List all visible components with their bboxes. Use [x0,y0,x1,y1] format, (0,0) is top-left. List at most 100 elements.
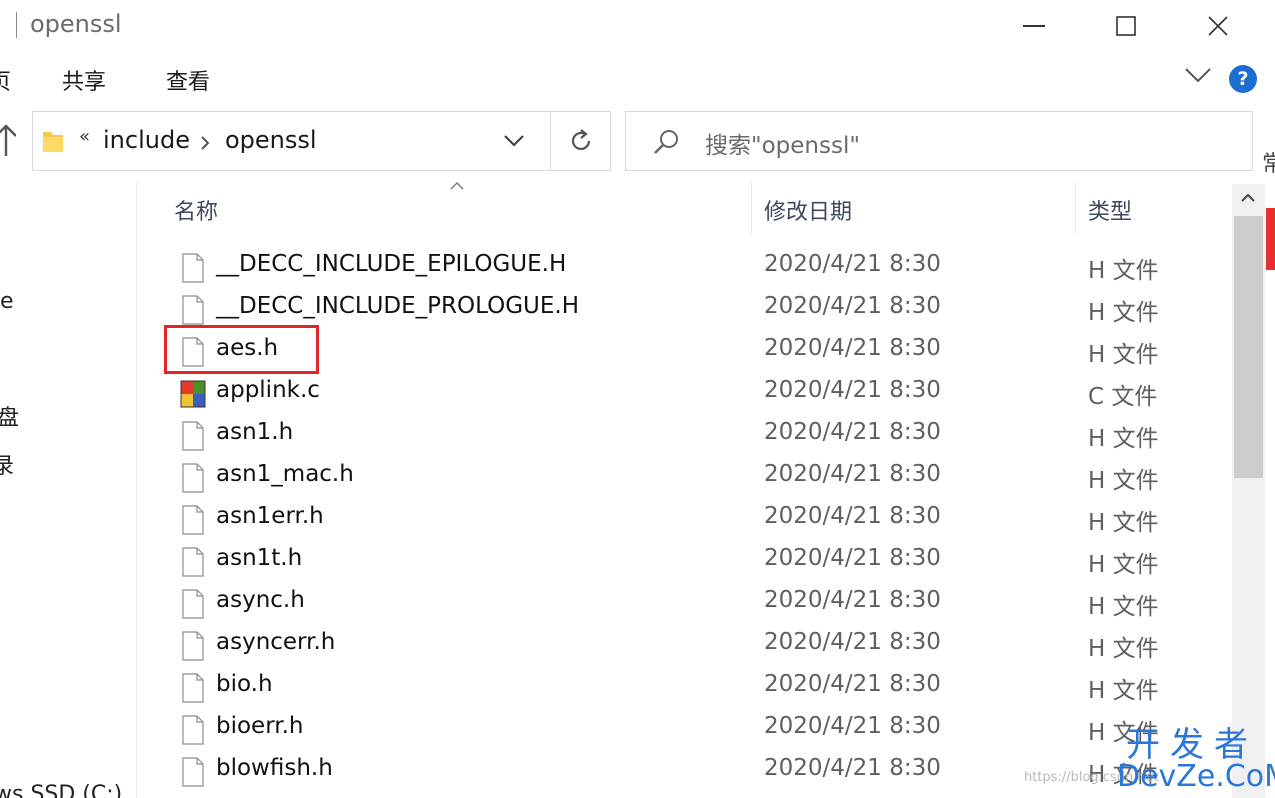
file-type: H 文件 [1088,342,1159,368]
window-title: openssl [30,10,122,38]
ribbon-tabs: 页 共享 查看 [0,52,1275,104]
file-list: 名称 修改日期 类型 __DECC_INCLUDE_EPILOGUE.H 202… [137,182,1232,798]
vertical-scrollbar[interactable] [1232,184,1265,798]
column-header-type[interactable]: 类型 [1088,194,1132,226]
watermark-brand: 开发者 DevZe.CoM [1117,725,1275,794]
file-date: 2020/4/21 8:30 [764,587,941,613]
table-row[interactable]: async.h 2020/4/21 8:30 H 文件 [137,582,1232,624]
nav-item-1[interactable]: e [0,289,14,314]
scroll-up-arrow-icon[interactable] [1240,192,1256,204]
close-button[interactable] [1172,0,1264,52]
watermark-brand-top: 开发者 [1126,725,1258,765]
blank-file-icon [182,547,204,577]
navigation-pane: e 盘 录 ws SSD (C:) [0,182,137,798]
table-row[interactable]: bio.h 2020/4/21 8:30 H 文件 [137,666,1232,708]
maximize-button[interactable] [1080,0,1172,52]
file-date: 2020/4/21 8:30 [764,671,941,697]
file-type: H 文件 [1088,258,1159,284]
file-name[interactable]: applink.c [216,377,320,403]
search-input[interactable]: 搜索"openssl" [705,126,860,160]
table-row[interactable]: asn1err.h 2020/4/21 8:30 H 文件 [137,498,1232,540]
breadcrumb-chevron-icon[interactable] [200,135,210,151]
column-header-date[interactable]: 修改日期 [764,194,852,226]
file-date: 2020/4/21 8:30 [764,503,941,529]
file-name[interactable]: asn1err.h [216,503,324,529]
file-name[interactable]: bio.h [216,671,273,697]
file-type: H 文件 [1088,510,1159,536]
chevron-down-icon[interactable] [503,133,525,149]
file-name[interactable]: async.h [216,587,305,613]
table-row[interactable]: __DECC_INCLUDE_PROLOGUE.H 2020/4/21 8:30… [137,288,1232,330]
file-name[interactable]: __DECC_INCLUDE_PROLOGUE.H [216,293,579,319]
tab-view[interactable]: 查看 [166,64,210,96]
blank-file-icon [182,589,204,619]
blank-file-icon [182,463,204,493]
table-row[interactable]: applink.c 2020/4/21 8:30 C 文件 [137,372,1232,414]
up-arrow-icon[interactable] [0,124,16,158]
column-divider[interactable] [1075,182,1076,234]
table-row[interactable]: __DECC_INCLUDE_EPILOGUE.H 2020/4/21 8:30… [137,246,1232,288]
nav-item-drive-c[interactable]: ws SSD (C:) [0,782,122,798]
tab-share[interactable]: 共享 [62,64,106,96]
expand-ribbon-chevron-icon[interactable] [1184,66,1212,84]
close-icon [1208,16,1228,36]
blank-file-icon [182,715,204,745]
file-type: H 文件 [1088,468,1159,494]
minimize-icon [1023,25,1045,27]
blank-file-icon [182,505,204,535]
watermark-brand-bottom: DevZe.CoM [1117,759,1275,794]
breadcrumb-include[interactable]: include [103,126,190,154]
blank-file-icon [182,295,204,325]
help-button[interactable]: ? [1229,65,1257,93]
maximize-icon [1116,16,1136,36]
file-type: H 文件 [1088,594,1159,620]
file-type: H 文件 [1088,678,1159,704]
nav-item-3[interactable]: 录 [0,448,14,480]
file-date: 2020/4/21 8:30 [764,545,941,571]
table-row[interactable]: bioerr.h 2020/4/21 8:30 H 文件 [137,708,1232,750]
file-date: 2020/4/21 8:30 [764,755,941,781]
file-name[interactable]: asn1_mac.h [216,461,354,487]
highlight-annotation-box [164,325,319,374]
blank-file-icon [182,421,204,451]
file-name[interactable]: blowfish.h [216,755,333,781]
table-row[interactable]: asn1_mac.h 2020/4/21 8:30 H 文件 [137,456,1232,498]
scrollbar-thumb[interactable] [1234,216,1263,478]
file-date: 2020/4/21 8:30 [764,377,941,403]
blank-file-icon [182,253,204,283]
tab-home[interactable]: 页 [0,64,11,96]
file-name[interactable]: asn1t.h [216,545,302,571]
file-name[interactable]: bioerr.h [216,713,304,739]
blank-file-icon [182,631,204,661]
sort-ascending-icon [450,182,464,190]
table-row[interactable]: asyncerr.h 2020/4/21 8:30 H 文件 [137,624,1232,666]
file-type: H 文件 [1088,300,1159,326]
clipped-side-text: 常 [1262,152,1275,177]
search-box[interactable]: 搜索"openssl" [625,111,1253,171]
file-name[interactable]: __DECC_INCLUDE_EPILOGUE.H [216,251,566,277]
nav-item-2[interactable]: 盘 [0,400,19,432]
table-row[interactable]: asn1t.h 2020/4/21 8:30 H 文件 [137,540,1232,582]
table-row[interactable]: asn1.h 2020/4/21 8:30 H 文件 [137,414,1232,456]
file-type: H 文件 [1088,426,1159,452]
minimize-button[interactable] [988,0,1080,52]
column-divider[interactable] [751,182,752,234]
address-bar[interactable]: « include openssl [32,111,611,171]
file-type: H 文件 [1088,552,1159,578]
file-explorer-window: openssl 页 共享 查看 ? « include openssl 搜索"o… [0,0,1275,798]
address-overflow[interactable]: « [79,126,90,147]
refresh-icon[interactable] [567,127,595,155]
column-header-name[interactable]: 名称 [174,194,218,226]
file-date: 2020/4/21 8:30 [764,629,941,655]
c-source-file-icon [180,380,206,408]
file-name[interactable]: asn1.h [216,419,293,445]
file-name[interactable]: asyncerr.h [216,629,335,655]
clipped-side-element [1266,208,1275,270]
breadcrumb-openssl[interactable]: openssl [225,126,317,154]
help-icon: ? [1237,68,1249,90]
blank-file-icon [182,673,204,703]
title-separator [16,12,17,38]
file-type: C 文件 [1088,384,1158,410]
file-date: 2020/4/21 8:30 [764,419,941,445]
file-date: 2020/4/21 8:30 [764,713,941,739]
